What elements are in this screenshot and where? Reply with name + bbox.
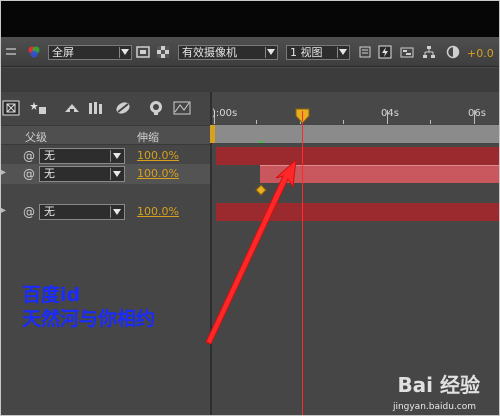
layer-row-selected[interactable]: ▸ @ 无 100.0%	[1, 164, 211, 184]
ruler-tick	[430, 120, 431, 124]
annotation-line-1: 百度id	[22, 284, 81, 306]
time-ruler[interactable]: ):00s 04s 06s	[212, 92, 499, 124]
parent-column-header[interactable]: 父级	[25, 129, 47, 145]
watermark-url: jingyan.baidu.com	[392, 402, 476, 412]
hide-shy-layers-icon[interactable]	[87, 100, 105, 116]
timeline-panel: 父级 伸缩 @ 无 100.0% ▸ @ 无 100.0% ▸ @ 无 100.…	[1, 68, 499, 415]
layer-row[interactable]: ▸ @ 无 100.0%	[1, 202, 211, 222]
viewer-toolbar: 全屏 有效摄像机 1 视图 +0.0	[1, 37, 499, 67]
camera-dropdown[interactable]: 有效摄像机	[178, 45, 278, 60]
resolution-dropdown[interactable]: 全屏	[48, 45, 132, 60]
work-area-bar[interactable]	[212, 125, 499, 143]
stretch-value[interactable]: 100.0%	[137, 167, 179, 180]
color-channels-icon[interactable]	[27, 45, 41, 59]
view-layout-dropdown[interactable]: 1 视图	[286, 45, 350, 60]
flowchart-icon[interactable]	[422, 45, 436, 59]
layer-expand-toggle[interactable]: ▸	[1, 167, 6, 178]
stretch-value[interactable]: 100.0%	[137, 205, 179, 218]
layer-column-header: 父级 伸缩	[1, 125, 211, 145]
work-area-marker	[259, 141, 263, 143]
timeline-switches-bar	[1, 92, 211, 124]
ruler-tick	[343, 120, 344, 124]
layer-expand-toggle[interactable]: ▸	[1, 205, 6, 216]
parent-dropdown[interactable]: 无	[39, 166, 125, 182]
ruler-tick	[256, 120, 257, 124]
exposure-value[interactable]: +0.0	[467, 47, 494, 60]
graph-editor-icon[interactable]	[173, 100, 191, 116]
stretch-value[interactable]: 100.0%	[137, 149, 179, 162]
toggle-pixel-aspect-icon[interactable]	[358, 45, 372, 59]
transparency-grid-icon[interactable]	[156, 45, 170, 59]
pick-whip-icon[interactable]: @	[23, 149, 35, 163]
draft-3d-icon[interactable]	[63, 100, 81, 116]
frame-blending-icon[interactable]	[114, 100, 132, 116]
exposure-icon[interactable]	[446, 45, 460, 59]
pick-whip-icon[interactable]: @	[23, 205, 35, 219]
layer-duration-bar-selected[interactable]	[260, 165, 499, 183]
layer-row[interactable]: @ 无 100.0%	[1, 146, 211, 166]
ruler-label: 04s	[381, 108, 399, 119]
stretch-column-header[interactable]: 伸缩	[137, 129, 159, 145]
parent-dropdown[interactable]: 无	[39, 204, 125, 220]
timeline-icon[interactable]	[400, 45, 414, 59]
live-update-icon[interactable]	[29, 100, 47, 116]
composition-viewer	[1, 1, 499, 37]
ruler-label: 06s	[468, 108, 486, 119]
ruler-label: ):00s	[212, 108, 238, 119]
keyframe-diamond[interactable]	[255, 184, 267, 196]
layer-duration-bar[interactable]	[216, 203, 499, 221]
fast-previews-icon[interactable]	[378, 45, 392, 59]
parent-dropdown[interactable]: 无	[39, 148, 125, 164]
watermark-logo: Bai 经验	[397, 373, 480, 397]
annotation-line-2: 天然河与你相约	[22, 308, 156, 330]
current-time-indicator-icon[interactable]	[295, 108, 310, 124]
comp-mini-flowchart-icon[interactable]	[2, 100, 20, 116]
work-area-start-handle[interactable]	[210, 125, 215, 143]
region-of-interest-icon[interactable]	[136, 45, 150, 59]
timeline-top-strip	[1, 68, 499, 92]
layer-duration-bar[interactable]	[216, 147, 499, 165]
pick-whip-icon[interactable]: @	[23, 167, 35, 181]
grip-icon	[6, 48, 16, 55]
annotation-text: 百度id 天然河与你相约	[22, 283, 155, 331]
motion-blur-icon[interactable]	[147, 100, 165, 116]
current-time-indicator-line[interactable]	[302, 123, 303, 415]
